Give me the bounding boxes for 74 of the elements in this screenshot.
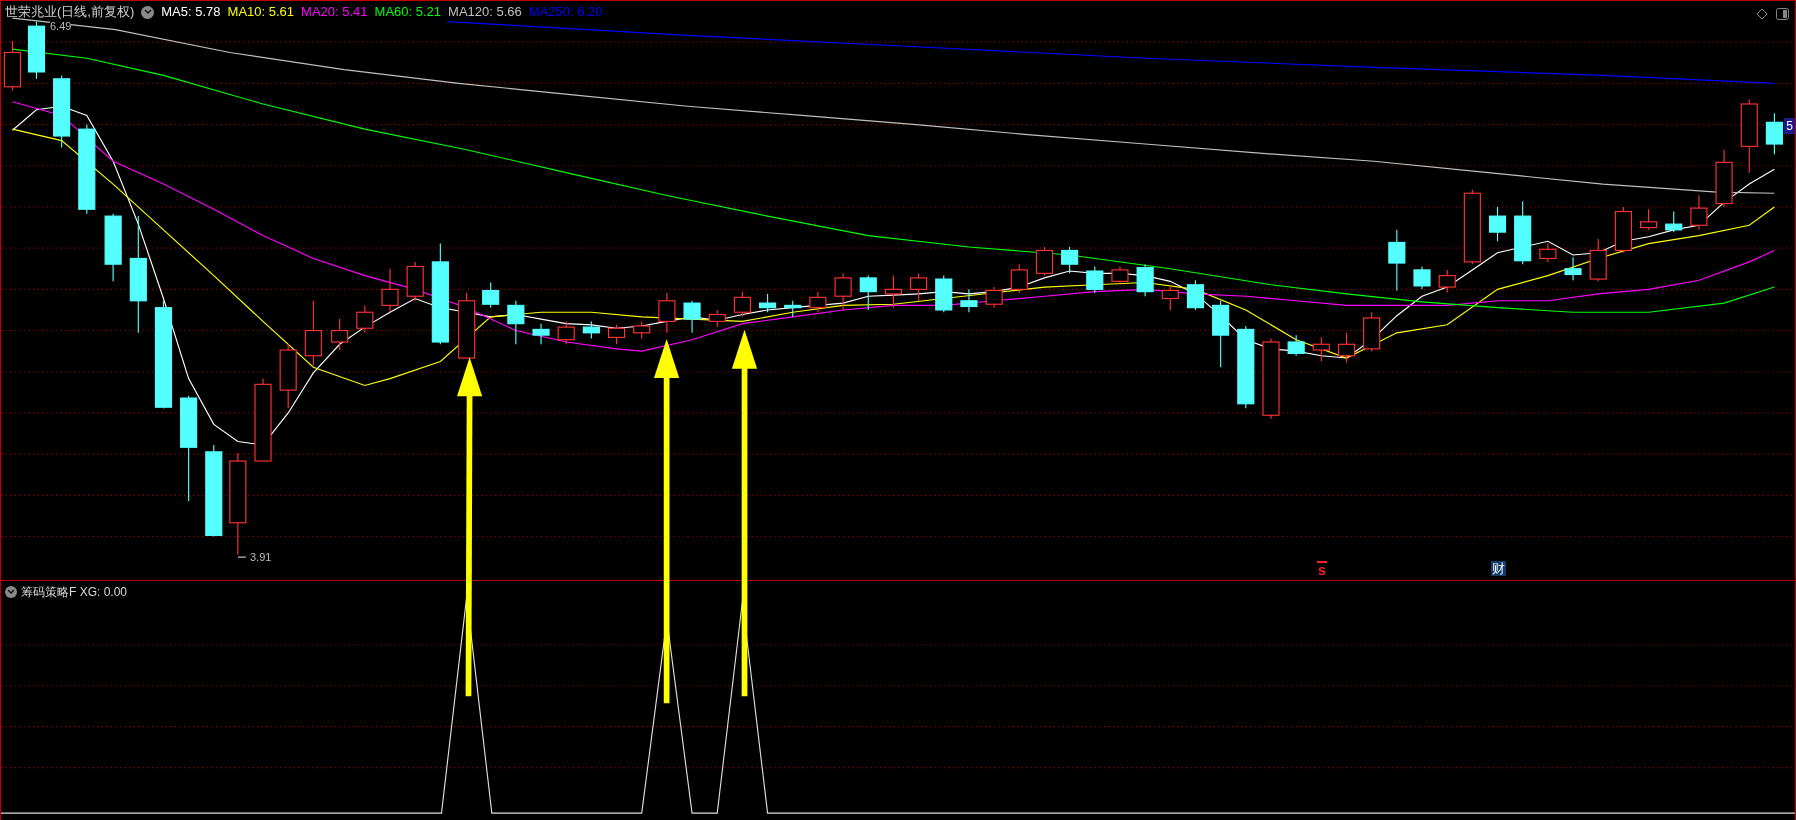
- candlestick: [27, 21, 46, 80]
- finance-marker: 财: [1491, 561, 1506, 576]
- candlestick: [935, 275, 953, 313]
- candlestick: [1488, 206, 1507, 242]
- candlestick: [658, 292, 676, 334]
- candlestick: [1337, 332, 1356, 364]
- ma-legend: MA120: 5.66: [448, 4, 522, 20]
- candlestick: [1639, 208, 1658, 231]
- candlestick: [834, 272, 852, 311]
- candlestick: [1010, 263, 1028, 294]
- candlestick: [1161, 284, 1179, 311]
- candlestick: [1514, 200, 1532, 265]
- candlestick: [279, 343, 297, 409]
- indicator-title: 筹码策略F XG: 0.00: [21, 584, 128, 600]
- ma-legend: MA60: 5.21: [374, 4, 442, 20]
- candlestick: [884, 275, 902, 309]
- candlestick: [557, 320, 575, 345]
- candlestick: [784, 300, 802, 318]
- candlestick: [1086, 265, 1104, 294]
- candlestick: [1212, 300, 1230, 368]
- candlestick: [910, 272, 928, 302]
- candlestick: [960, 288, 978, 313]
- candlestick: [1614, 206, 1632, 254]
- ma-legend: MA20: 5.41: [301, 4, 368, 20]
- candlestick: [1035, 246, 1054, 277]
- candlestick: [985, 286, 1003, 309]
- candlestick: [582, 320, 600, 340]
- candlestick: [633, 320, 651, 340]
- candlestick: [733, 291, 751, 318]
- candlestick: [1413, 265, 1431, 290]
- candlestick: [3, 40, 21, 91]
- candlestick: [1438, 269, 1456, 294]
- candlestick: [1312, 336, 1330, 362]
- dropdown-icon[interactable]: [5, 586, 17, 598]
- candlestick: [759, 293, 777, 313]
- ma-legend: MA10: 5.61: [227, 4, 295, 20]
- candlestick: [683, 300, 701, 334]
- candlestick: [1061, 246, 1079, 274]
- candlestick: [381, 268, 399, 313]
- candlestick: [1564, 256, 1582, 281]
- candlestick: [458, 292, 476, 359]
- candlestick: [1665, 211, 1683, 233]
- candlestick: [331, 318, 349, 351]
- candlestick: [1765, 112, 1783, 155]
- candlestick: [1136, 263, 1154, 297]
- candlestick: [809, 291, 827, 313]
- candlestick: [507, 300, 525, 345]
- candlestick: [708, 309, 726, 328]
- high-price-label: 6.49: [50, 21, 72, 32]
- chart-title: 世荣兆业(日线,前复权): [5, 4, 135, 20]
- low-price-label: 3.91: [250, 552, 272, 563]
- ma-legend: MA5: 5.78: [161, 4, 221, 20]
- candlestick: [1186, 279, 1205, 311]
- ma-legend: MA250: 6.20: [528, 4, 603, 20]
- candlestick: [1589, 238, 1607, 282]
- candlestick: [607, 324, 626, 345]
- candlestick: [304, 300, 322, 366]
- price-tag: 5: [1784, 118, 1795, 134]
- candlestick: [104, 213, 122, 282]
- candlestick: [482, 281, 500, 309]
- dropdown-icon[interactable]: [141, 5, 155, 19]
- candlestick: [1363, 311, 1381, 352]
- candlestick: [532, 323, 550, 345]
- candlestick: [1715, 149, 1733, 208]
- candlestick: [406, 261, 424, 302]
- candlestick: [1539, 243, 1557, 263]
- candlestick: [1111, 265, 1129, 286]
- diamond-icon[interactable]: [1756, 8, 1768, 20]
- candlestick: [1690, 194, 1708, 231]
- candlestick: [1287, 334, 1305, 357]
- candlestick: [1388, 229, 1406, 292]
- panel-toggle-icon[interactable]: [1776, 8, 1789, 20]
- candlestick: [859, 275, 877, 311]
- candlestick: [356, 304, 374, 334]
